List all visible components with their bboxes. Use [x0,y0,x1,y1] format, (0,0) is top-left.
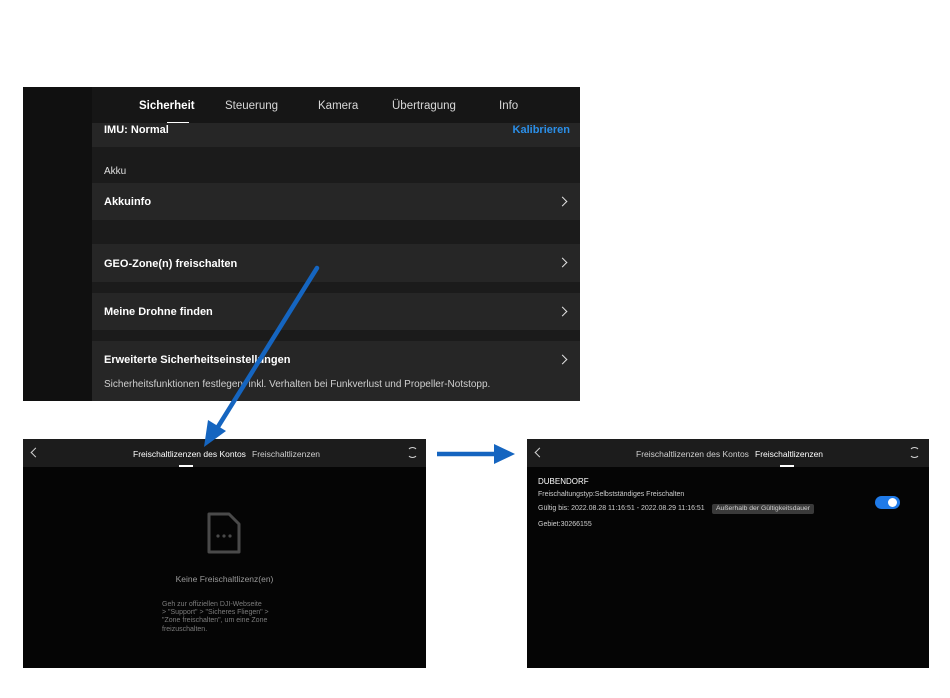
akku-section-label: Akku [104,166,127,177]
chevron-right-icon [557,196,568,207]
find-drone-label: Meine Drohne finden [104,306,213,318]
back-icon[interactable] [534,447,545,458]
licenses-header: Freischaltlizenzen des Kontos Freischalt… [527,439,929,467]
tab-licenses[interactable]: Freischaltlizenzen [252,449,320,459]
hint-line: "Zone freischalten", um eine Zone [162,617,268,625]
geo-zone-row[interactable]: GEO-Zone(n) freischalten [92,244,580,282]
refresh-icon[interactable] [909,447,920,458]
hint-line: > "Support" > "Sicheres Fliegen" > [162,609,269,617]
chevron-right-icon [557,354,568,365]
section-gap [92,330,580,341]
tab-licenses[interactable]: Freischaltlizenzen [755,449,823,459]
licenses-empty-panel: Freischaltlizenzen des Kontos Freischalt… [23,439,426,668]
advanced-safety-row[interactable]: Erweiterte Sicherheitseinstellungen Sich… [92,341,580,401]
calibrate-button[interactable]: Kalibrieren [513,124,570,136]
akkuinfo-row[interactable]: Akkuinfo [92,183,580,220]
tab-account-licenses[interactable]: Freischaltlizenzen des Kontos [636,449,749,459]
licenses-detail-panel: Freischaltlizenzen des Kontos Freischalt… [527,439,929,668]
advanced-safety-description: Sicherheitsfunktionen festlegen, inkl. V… [104,379,491,390]
find-drone-row[interactable]: Meine Drohne finden [92,293,580,330]
hint-line: freizuschalten. [162,625,208,633]
empty-state-hint: Geh zur offiziellen DJI-Webseite > "Supp… [162,601,292,634]
license-enable-toggle[interactable] [875,496,900,509]
tab-kamera[interactable]: Kamera [318,100,358,112]
imu-status: IMU: Normal [104,124,169,136]
section-gap [92,282,580,293]
active-tab-indicator [780,465,794,467]
chevron-right-icon [557,306,568,317]
license-area: Gebiet:30266155 [538,521,592,528]
licenses-header: Freischaltlizenzen des Kontos Freischalt… [23,439,426,467]
arrow-horizontal [437,444,515,464]
settings-tab-bar: Sicherheit Steuerung Kamera Übertragung … [92,87,580,123]
chevron-right-icon [557,257,568,268]
imu-row: IMU: Normal Kalibrieren [92,123,580,147]
license-validity: Gültig bis: 2022.08.28 11:16:51 - 2022.0… [538,505,705,512]
geo-zone-label: GEO-Zone(n) freischalten [104,258,238,270]
settings-side-strip [23,87,92,401]
toggle-knob [888,498,897,507]
akkuinfo-label: Akkuinfo [104,196,152,208]
empty-state-title: Keine Freischaltlizenz(en) [175,574,274,584]
tab-account-licenses[interactable]: Freischaltlizenzen des Kontos [133,449,246,459]
document-icon [207,512,241,554]
tab-sicherheit[interactable]: Sicherheit [139,100,195,112]
expired-badge: Außerhalb der Gültigkeitsdauer [712,504,815,514]
advanced-safety-label: Erweiterte Sicherheitseinstellungen [104,354,291,366]
active-tab-indicator [179,465,193,467]
license-type: Freischaltungstyp:Selbstständiges Freisc… [538,491,685,498]
license-name: DUBENDORF [538,477,589,486]
hint-line: Geh zur offiziellen DJI-Webseite [162,601,262,608]
settings-panel: Sicherheit Steuerung Kamera Übertragung … [23,87,580,401]
tab-info[interactable]: Info [499,100,518,112]
tab-uebertragung[interactable]: Übertragung [392,100,456,112]
back-icon[interactable] [30,447,41,458]
akku-section: Akku [92,147,580,183]
tab-steuerung[interactable]: Steuerung [225,100,278,112]
section-gap [92,220,580,244]
refresh-icon[interactable] [407,447,418,458]
